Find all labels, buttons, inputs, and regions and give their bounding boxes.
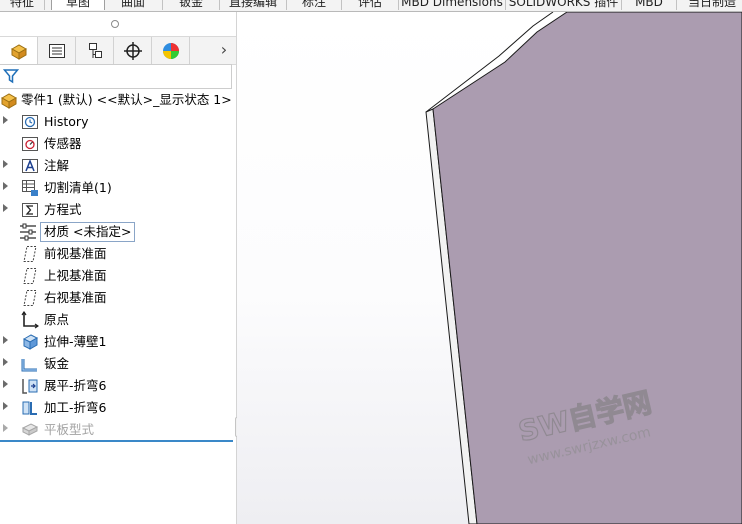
expand-arrow-icon[interactable]: [3, 160, 8, 168]
property-list-icon: [49, 44, 65, 58]
history-folder-icon: [22, 115, 38, 129]
tree-item-label: 传感器: [44, 136, 82, 151]
tree-item-label: History: [44, 114, 89, 129]
tab-evaluate[interactable]: 评估: [342, 0, 399, 10]
tree-item-extrude-thin[interactable]: 拉伸-薄壁1: [0, 331, 234, 353]
expand-arrow-icon[interactable]: [3, 204, 8, 212]
flat-pattern-icon: [21, 423, 39, 436]
tree-item-flat-pattern[interactable]: 平板型式: [0, 419, 234, 441]
tree-item-material[interactable]: 材质 <未指定>: [0, 221, 234, 243]
configurationmanager-tab[interactable]: [76, 37, 114, 64]
tree-root-label: 零件1 (默认) <<默认>_显示状态 1>: [21, 92, 232, 107]
tab-solidworks-addins[interactable]: SOLIDWORKS 插件: [506, 0, 622, 10]
tree-item-right-plane[interactable]: 右视基准面: [0, 287, 234, 309]
filter-icon: [3, 69, 19, 84]
ribbon-tab-bar: 特征 草图 曲面 钣金 直接编辑 标注 评估 MBD Dimensions SO…: [0, 0, 742, 12]
unfold-icon: [22, 379, 38, 394]
sheet-metal-icon: [21, 359, 37, 372]
tab-mbd[interactable]: MBD: [622, 0, 677, 10]
crosshair-icon: [124, 42, 142, 60]
equation-icon: [22, 203, 38, 217]
dimxpert-tab[interactable]: [114, 37, 152, 64]
plane-icon: [23, 246, 37, 262]
featuremanager-tab[interactable]: [0, 37, 38, 64]
tree-item-fold[interactable]: 加工-折弯6: [0, 397, 234, 419]
expand-arrow-icon[interactable]: [3, 182, 8, 190]
tree-item-origin[interactable]: 原点: [0, 309, 234, 331]
panel-tab-bar: ›: [0, 36, 236, 65]
tree-item-equations[interactable]: 方程式: [0, 199, 234, 221]
part-icon: [10, 44, 28, 60]
part-icon: [0, 93, 18, 109]
tree-item-front-plane[interactable]: 前视基准面: [0, 243, 234, 265]
tree-item-cut-list[interactable]: 切割清单(1): [0, 177, 234, 199]
displaymanager-tab[interactable]: [152, 37, 190, 64]
tab-mbd-dimensions[interactable]: MBD Dimensions: [399, 0, 506, 10]
tree-item-label: 钣金: [44, 356, 70, 371]
tree-filter-bar[interactable]: [0, 64, 232, 89]
expand-arrow-icon[interactable]: [3, 336, 8, 344]
tree-item-label: 右视基准面: [44, 290, 107, 305]
tree-item-label: 前视基准面: [44, 246, 107, 261]
tree-item-sensors[interactable]: 传感器: [0, 133, 234, 155]
sensor-icon: [22, 137, 38, 151]
expand-arrow-icon[interactable]: [3, 380, 8, 388]
expand-arrow-icon[interactable]: [3, 358, 8, 366]
tree-item-top-plane[interactable]: 上视基准面: [0, 265, 234, 287]
tab-features[interactable]: 特征: [0, 0, 45, 10]
configuration-icon: [89, 43, 102, 58]
fold-icon: [22, 401, 37, 415]
propertymanager-tab[interactable]: [38, 37, 76, 64]
tree-item-label: 上视基准面: [44, 268, 107, 283]
tree-item-label: 平板型式: [44, 422, 95, 437]
panel-more-arrow[interactable]: ›: [214, 37, 234, 64]
cut-list-icon: [22, 180, 38, 196]
tab-direct-editing[interactable]: 直接编辑: [220, 0, 287, 10]
tree-item-label: 切割清单(1): [44, 180, 112, 195]
tree-item-label: 材质 <未指定>: [40, 222, 136, 242]
tree-item-label: 加工-折弯6: [44, 400, 107, 415]
origin-icon: [21, 311, 39, 329]
expand-arrow-icon[interactable]: [3, 116, 8, 124]
plane-icon: [23, 290, 37, 306]
watermark: SW自学网 www.swrjzxw.com: [515, 385, 655, 468]
feature-manager-panel: › 零件1 (默认) <<默认>_显示状态 1> History 传感器 注解 …: [0, 12, 237, 524]
annotation-icon: [22, 158, 38, 173]
panel-horizontal-scrollbar[interactable]: [0, 440, 233, 442]
extrude-icon: [22, 334, 39, 350]
tab-surfaces[interactable]: 曲面: [104, 0, 163, 10]
tree-item-label: 展平-折弯6: [44, 378, 107, 393]
tab-sheet-metal[interactable]: 钣金: [163, 0, 220, 10]
tab-manufacturing[interactable]: 当日制造: [677, 0, 742, 10]
tree-item-label: 原点: [44, 312, 70, 327]
tree-item-label: 注解: [44, 158, 70, 173]
plane-icon: [23, 268, 37, 284]
appearance-pie-icon: [163, 43, 179, 59]
expand-arrow-icon[interactable]: [3, 424, 8, 432]
tab-markup[interactable]: 标注: [287, 0, 342, 10]
tree-item-label: 拉伸-薄壁1: [44, 334, 107, 349]
graphics-viewport[interactable]: SW自学网 www.swrjzxw.com: [237, 12, 742, 524]
tree-root-part[interactable]: 零件1 (默认) <<默认>_显示状态 1>: [0, 89, 234, 111]
tree-item-history[interactable]: History: [0, 111, 234, 133]
tree-item-unfold[interactable]: 展平-折弯6: [0, 375, 234, 397]
panel-grip-handle[interactable]: [111, 20, 119, 28]
tree-item-sheet-metal[interactable]: 钣金: [0, 353, 234, 375]
tab-sketch[interactable]: 草图: [51, 0, 105, 10]
tree-item-label: 方程式: [44, 202, 82, 217]
expand-arrow-icon[interactable]: [3, 402, 8, 410]
tree-item-annotations[interactable]: 注解: [0, 155, 234, 177]
material-icon: [20, 223, 36, 241]
